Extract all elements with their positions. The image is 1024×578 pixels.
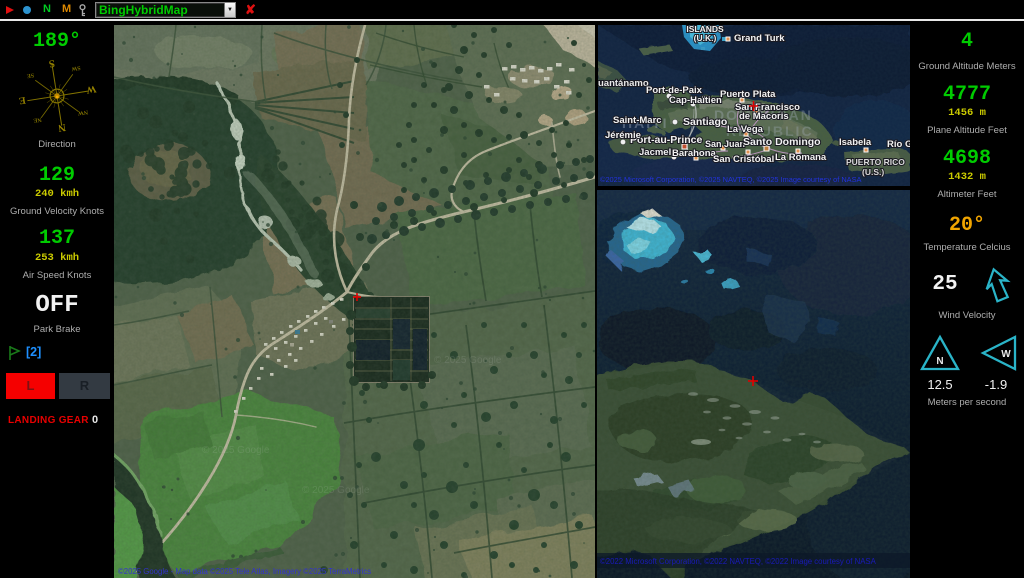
svg-text:uantánamo: uantánamo xyxy=(598,78,649,89)
svg-text:Jérémie: Jérémie xyxy=(605,130,641,141)
svg-text:NE: NE xyxy=(33,116,42,123)
svg-text:PUERTO RICO: PUERTO RICO xyxy=(846,157,905,167)
svg-text:Puerto Plata: Puerto Plata xyxy=(720,89,776,100)
svg-text:SW: SW xyxy=(71,64,81,71)
svg-text:© 2025 Google: © 2025 Google xyxy=(302,485,370,496)
svg-text:Santo Domingo: Santo Domingo xyxy=(743,136,821,148)
svg-text:N: N xyxy=(936,356,943,367)
svg-text:Santiago: Santiago xyxy=(683,116,727,128)
svg-text:N: N xyxy=(57,121,67,133)
svg-text:W: W xyxy=(1001,349,1011,360)
svg-text:Barahona: Barahona xyxy=(672,148,717,159)
svg-text:© 2025 Google: © 2025 Google xyxy=(202,445,270,456)
svg-text:Isabela: Isabela xyxy=(839,137,872,148)
svg-text:Jacmel: Jacmel xyxy=(639,147,671,158)
svg-text:© 2025 Google: © 2025 Google xyxy=(434,355,502,366)
svg-text:©2025 Google - Map data ©2025: ©2025 Google - Map data ©2025 Tele Atlas… xyxy=(118,567,371,576)
svg-text:de Macoris: de Macoris xyxy=(739,111,789,122)
svg-text:SE: SE xyxy=(26,71,34,78)
svg-text:©2025 Microsoft Corporation, ©: ©2025 Microsoft Corporation, ©2025 NAVTE… xyxy=(600,175,862,184)
svg-text:NW: NW xyxy=(77,108,88,116)
svg-text:Saint-Marc: Saint-Marc xyxy=(613,115,662,126)
svg-text:San Cristóbal: San Cristóbal xyxy=(713,154,774,165)
svg-text:(U.S.): (U.S.) xyxy=(862,167,884,177)
svg-text:©2022 Microsoft Corporation, ©: ©2022 Microsoft Corporation, ©2022 NAVTE… xyxy=(600,557,877,566)
svg-text:La Vega: La Vega xyxy=(727,124,764,135)
svg-text:La Romana: La Romana xyxy=(775,152,827,163)
svg-text:Grand Turk: Grand Turk xyxy=(734,33,785,44)
svg-text:Río Gr: Río Gr xyxy=(887,139,910,150)
svg-text:(U.K.): (U.K.) xyxy=(694,33,717,43)
svg-text:W: W xyxy=(86,83,97,95)
svg-text:Cap-Haïtien: Cap-Haïtien xyxy=(669,95,722,106)
svg-text:S: S xyxy=(48,57,56,69)
svg-text:E: E xyxy=(18,94,27,106)
